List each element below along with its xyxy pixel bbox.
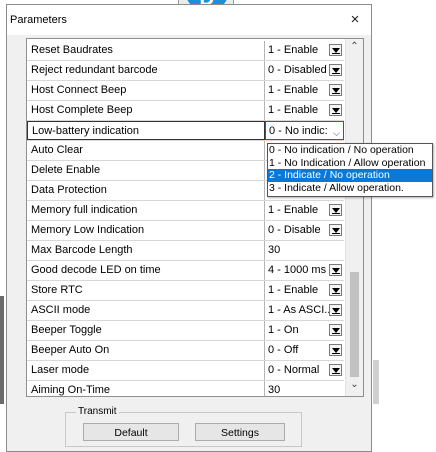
dropdown-option[interactable]: 0 - No indication / No operation xyxy=(268,144,432,157)
close-icon[interactable]: × xyxy=(345,11,365,29)
title-bar: Parameters × xyxy=(7,5,371,35)
parameter-value-text: 0 - Disable xyxy=(268,224,321,236)
parameter-row[interactable]: ASCII mode 1 - As ASCI... xyxy=(27,301,344,321)
parameter-value-text: 1 - Enable xyxy=(268,284,319,296)
parameter-value[interactable]: 1 - Enable xyxy=(265,81,344,100)
parameters-dialog: Parameters × Reset Baudrates 1 - Enable Re… xyxy=(6,4,372,452)
parameter-row[interactable]: Beeper Toggle 1 - On xyxy=(27,321,344,341)
parameter-name: Host Complete Beep xyxy=(27,101,265,120)
parameter-value[interactable]: 30 xyxy=(265,241,344,260)
parameter-value[interactable]: 0 - Off xyxy=(265,341,344,360)
parameter-name: Store RTC xyxy=(27,281,265,300)
dropdown-option[interactable]: 3 - Indicate / Allow operation. xyxy=(268,182,432,195)
parameter-value[interactable]: 0 - No indic: ⌵ xyxy=(265,121,344,140)
background-window-edge xyxy=(0,296,4,404)
parameter-value-text: 1 - Enable xyxy=(268,44,319,56)
dropdown-arrow-icon[interactable] xyxy=(329,84,342,96)
parameter-value-text: 0 - Normal xyxy=(268,364,320,376)
parameter-name: Max Barcode Length xyxy=(27,241,265,260)
dropdown-arrow-icon[interactable] xyxy=(329,104,342,116)
parameter-value-text: 1 - On xyxy=(268,324,299,336)
dropdown-arrow-icon[interactable] xyxy=(329,64,342,76)
dropdown-arrow-icon[interactable] xyxy=(329,304,342,316)
scroll-up-icon[interactable]: ⌃ xyxy=(346,41,363,55)
parameter-row[interactable]: Max Barcode Length 30 xyxy=(27,241,344,261)
parameter-value-text: 0 - Off xyxy=(268,344,299,356)
parameter-value[interactable]: 30 xyxy=(265,381,344,396)
parameter-row[interactable]: Memory full indication 1 - Enable xyxy=(27,201,344,221)
parameter-row[interactable]: Store RTC 1 - Enable xyxy=(27,281,344,301)
parameter-row[interactable]: Host Connect Beep 1 - Enable xyxy=(27,81,344,101)
default-button[interactable]: Default xyxy=(83,423,179,441)
parameter-name: ASCII mode xyxy=(27,301,265,320)
dropdown-arrow-icon[interactable] xyxy=(329,364,342,376)
parameter-name: Reject redundant barcode xyxy=(27,61,265,80)
dropdown-arrow-icon[interactable] xyxy=(329,284,342,296)
parameter-name: Aiming On-Time xyxy=(27,381,265,396)
parameter-value-text: 0 - Disabled xyxy=(268,64,327,76)
parameter-value-text: 1 - Enable xyxy=(268,104,319,116)
dialog-title: Parameters xyxy=(10,14,67,26)
dropdown-arrow-icon[interactable] xyxy=(329,204,342,216)
transmit-group-label: Transmit xyxy=(76,406,119,417)
scroll-down-icon[interactable]: ⌄ xyxy=(346,379,363,393)
low-battery-dropdown-list[interactable]: 0 - No indication / No operation 1 - No I… xyxy=(267,143,433,197)
parameter-row[interactable]: Laser mode 0 - Normal xyxy=(27,361,344,381)
parameter-row[interactable]: Reject redundant barcode 0 - Disabled xyxy=(27,61,344,81)
parameter-value[interactable]: 1 - Enable xyxy=(265,281,344,300)
parameter-name: Reset Baudrates xyxy=(27,41,265,60)
parameter-name: Delete Enable xyxy=(27,161,265,180)
parameter-grid: Reset Baudrates 1 - Enable Reject redundan… xyxy=(26,38,364,397)
parameter-value-text: 30 xyxy=(268,244,281,256)
dropdown-option[interactable]: 2 - Indicate / No operation xyxy=(268,169,432,182)
parameter-name: Beeper Auto On xyxy=(27,341,265,360)
parameter-row[interactable]: Low-battery indication 0 - No indic: ⌵ xyxy=(27,121,344,141)
dropdown-arrow-icon[interactable] xyxy=(329,264,342,276)
parameter-name: Low-battery indication xyxy=(27,121,265,140)
parameter-row[interactable]: Reset Baudrates 1 - Enable xyxy=(27,41,344,61)
parameter-value-text: 0 - No indic: xyxy=(269,125,328,137)
parameter-row[interactable]: Beeper Auto On 0 - Off xyxy=(27,341,344,361)
vertical-scrollbar[interactable]: ⌃ ⌄ xyxy=(345,39,363,396)
parameter-value[interactable]: 1 - Enable xyxy=(265,101,344,120)
parameter-name: Data Protection xyxy=(27,181,265,200)
scrollbar-thumb[interactable] xyxy=(350,272,359,377)
parameter-value[interactable]: 1 - On xyxy=(265,321,344,340)
parameter-name: Auto Clear xyxy=(27,141,265,160)
parameter-value-text: 1 - As ASCI... xyxy=(268,304,334,316)
settings-button[interactable]: Settings xyxy=(195,423,285,441)
parameter-value[interactable]: 1 - Enable xyxy=(265,41,344,60)
dropdown-arrow-icon[interactable] xyxy=(329,344,342,356)
background-window-edge-right xyxy=(373,360,379,404)
parameter-row[interactable]: Aiming On-Time 30 xyxy=(27,381,344,396)
parameter-row[interactable]: Host Complete Beep 1 - Enable xyxy=(27,101,344,121)
parameter-value[interactable]: 1 - Enable xyxy=(265,201,344,220)
transmit-group: Transmit Default Settings xyxy=(65,406,302,447)
parameter-value[interactable]: 0 - Normal xyxy=(265,361,344,380)
dropdown-arrow-icon[interactable] xyxy=(329,44,342,56)
parameter-value[interactable]: 4 - 1000 ms xyxy=(265,261,344,280)
chevron-down-icon[interactable]: ⌵ xyxy=(333,124,340,139)
parameter-value[interactable]: 1 - As ASCI... xyxy=(265,301,344,320)
parameter-row[interactable]: Memory Low Indication 0 - Disable xyxy=(27,221,344,241)
parameter-name: Host Connect Beep xyxy=(27,81,265,100)
parameter-value[interactable]: 0 - Disabled xyxy=(265,61,344,80)
dropdown-arrow-icon[interactable] xyxy=(329,224,342,236)
parameter-name: Memory full indication xyxy=(27,201,265,220)
parameter-name: Laser mode xyxy=(27,361,265,380)
dropdown-option[interactable]: 1 - No Indication / Allow operation xyxy=(268,157,432,170)
dropdown-arrow-icon[interactable] xyxy=(329,324,342,336)
parameter-name: Memory Low Indication xyxy=(27,221,265,240)
parameter-value-text: 1 - Enable xyxy=(268,84,319,96)
parameter-name: Good decode LED on time xyxy=(27,261,265,280)
parameter-value-text: 1 - Enable xyxy=(268,204,319,216)
parameter-value-text: 4 - 1000 ms xyxy=(268,264,327,276)
parameter-value[interactable]: 0 - Disable xyxy=(265,221,344,240)
parameter-value-text: 30 xyxy=(268,384,281,396)
parameter-name: Beeper Toggle xyxy=(27,321,265,340)
parameter-row[interactable]: Good decode LED on time 4 - 1000 ms xyxy=(27,261,344,281)
